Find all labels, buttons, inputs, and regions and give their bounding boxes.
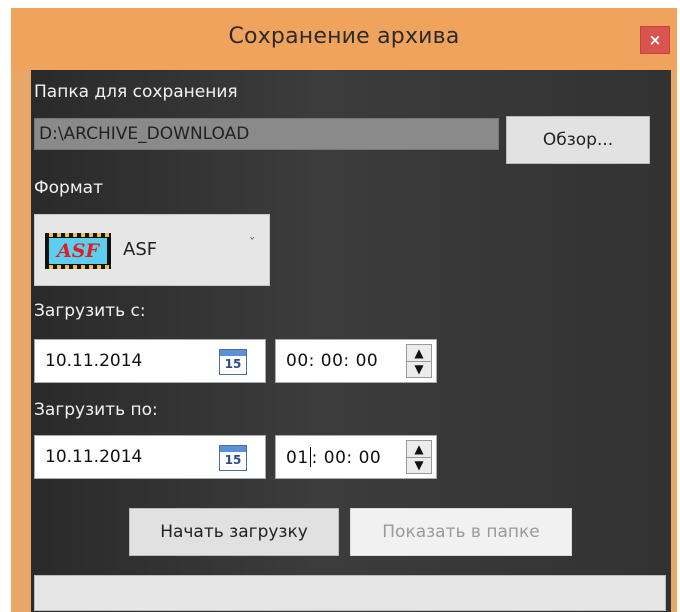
- close-button[interactable]: ×: [640, 26, 670, 54]
- download-to-time-field[interactable]: 01: 00: 00 ▲ ▼: [275, 435, 437, 479]
- format-selected-value: ASF: [123, 239, 158, 260]
- title-bar[interactable]: Сохранение архива ×: [11, 8, 677, 70]
- download-from-time-spinner[interactable]: ▲ ▼: [406, 344, 432, 378]
- asf-format-icon: ASF: [45, 233, 111, 269]
- calendar-icon[interactable]: 15: [219, 445, 247, 471]
- spin-up-icon[interactable]: ▲: [407, 345, 431, 362]
- window-title: Сохранение архива: [228, 24, 460, 49]
- download-to-time-spinner[interactable]: ▲ ▼: [406, 440, 432, 474]
- chevron-down-icon: ˇ: [249, 237, 256, 252]
- download-from-date-field[interactable]: 10.11.2014 15: [34, 339, 266, 383]
- dialog-body: Папка для сохранения D:\ARCHIVE_DOWNLOAD…: [31, 70, 671, 612]
- spin-up-icon[interactable]: ▲: [407, 441, 431, 458]
- download-from-time-field[interactable]: 00: 00: 00 ▲ ▼: [275, 339, 437, 383]
- save-folder-label: Папка для сохранения: [34, 82, 238, 102]
- calendar-icon[interactable]: 15: [219, 349, 247, 375]
- download-to-label: Загрузить по:: [34, 400, 158, 420]
- spin-down-icon[interactable]: ▼: [407, 457, 431, 473]
- download-to-date: 10.11.2014: [45, 447, 143, 467]
- close-icon: ×: [648, 31, 662, 49]
- download-from-label: Загрузить с:: [34, 301, 146, 321]
- format-select[interactable]: ASF ASF ˇ: [34, 214, 270, 286]
- text-caret: [309, 447, 311, 467]
- download-to-time: 01: 00: 00: [286, 447, 382, 468]
- download-progress-bar: [34, 575, 666, 611]
- download-from-date: 10.11.2014: [45, 351, 143, 371]
- download-from-time: 00: 00: 00: [286, 351, 379, 371]
- download-to-date-field[interactable]: 10.11.2014 15: [34, 435, 266, 479]
- format-label: Формат: [34, 178, 103, 198]
- start-download-button[interactable]: Начать загрузку: [129, 508, 339, 556]
- save-folder-path-field[interactable]: D:\ARCHIVE_DOWNLOAD: [34, 118, 499, 150]
- spin-down-icon[interactable]: ▼: [407, 361, 431, 377]
- show-in-folder-button[interactable]: Показать в папке: [350, 508, 572, 556]
- save-archive-dialog: Сохранение архива × Папка для сохранения…: [11, 8, 677, 612]
- browse-button[interactable]: Обзор...: [506, 116, 650, 164]
